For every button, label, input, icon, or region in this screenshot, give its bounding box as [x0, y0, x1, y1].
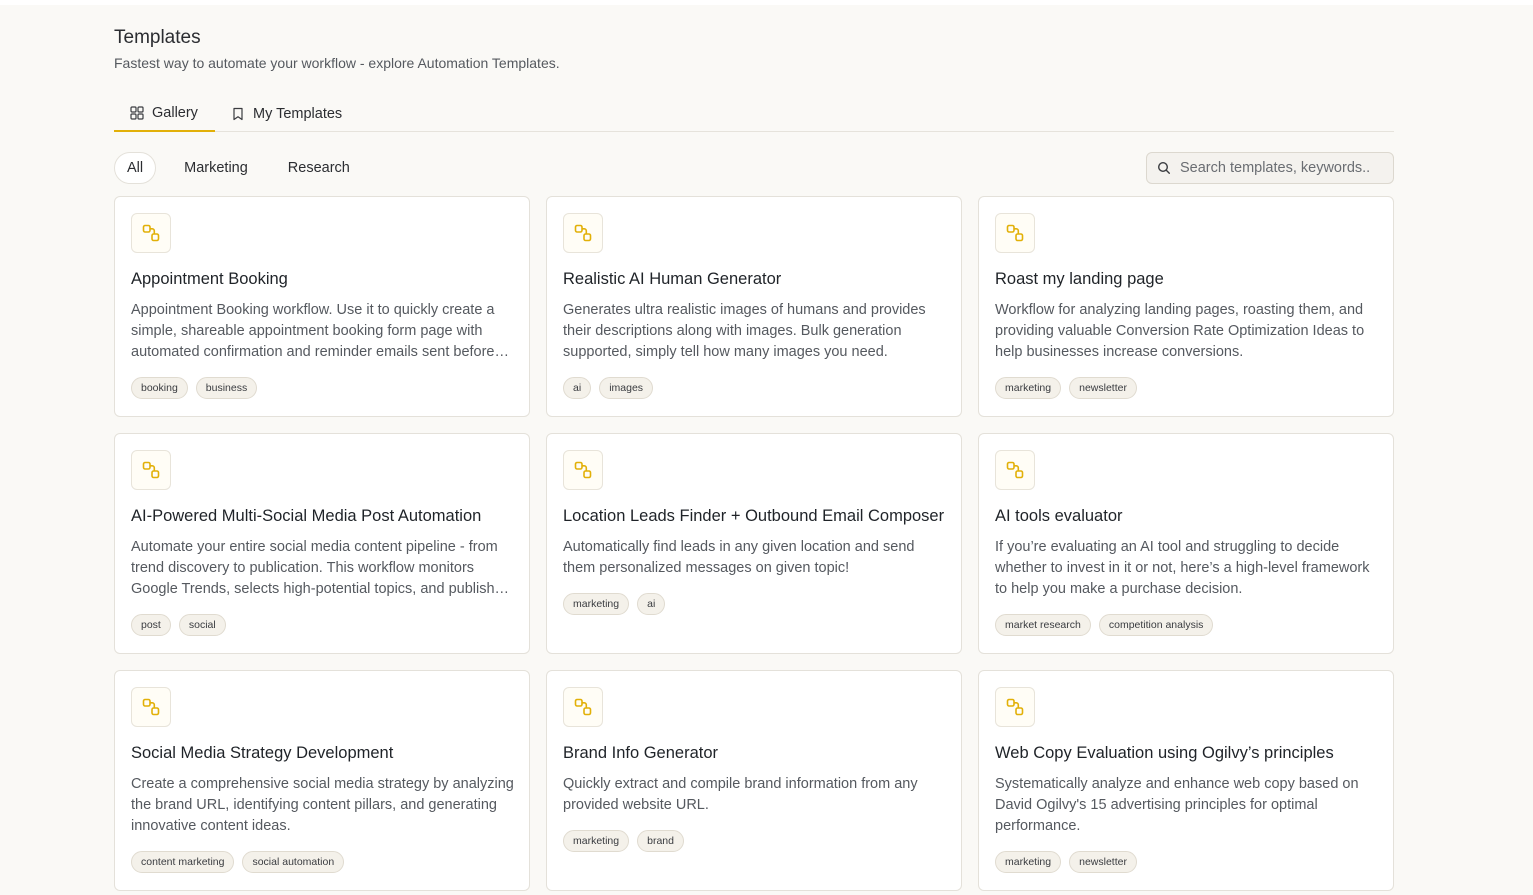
- card-description: Automatically find leads in any given lo…: [563, 539, 915, 576]
- workflow-icon: [995, 687, 1035, 727]
- template-card[interactable]: AI-Powered Multi-Social Media Post Autom…: [114, 433, 530, 654]
- category-filters: All Marketing Research: [114, 152, 362, 184]
- card-title: AI tools evaluator: [995, 507, 1123, 525]
- tag[interactable]: newsletter: [1069, 851, 1137, 873]
- template-card[interactable]: AI tools evaluator If you’re evaluating …: [978, 433, 1394, 654]
- tag[interactable]: ai: [563, 377, 592, 399]
- workflow-icon: [131, 213, 171, 253]
- template-card[interactable]: Web Copy Evaluation using Ogilvy’s princ…: [978, 670, 1394, 891]
- workflow-icon: [563, 213, 603, 253]
- card-description: Quickly extract and compile brand inform…: [563, 776, 918, 813]
- tab-gallery-label: Gallery: [152, 104, 198, 121]
- template-card[interactable]: Brand Info Generator Quickly extract and…: [546, 670, 962, 891]
- card-title: Location Leads Finder + Outbound Email C…: [563, 507, 945, 525]
- tag[interactable]: newsletter: [1069, 377, 1137, 399]
- card-description: Workflow for analyzing landing pages, ro…: [995, 302, 1365, 360]
- tag[interactable]: social automation: [242, 851, 345, 873]
- tab-gallery[interactable]: Gallery: [114, 95, 215, 132]
- card-title: Social Media Strategy Development: [131, 744, 394, 762]
- card-description: Appointment Booking workflow. Use it to …: [131, 302, 495, 360]
- tag[interactable]: content marketing: [131, 851, 235, 873]
- card-description: If you’re evaluating an AI tool and stru…: [995, 539, 1370, 597]
- tag[interactable]: social: [178, 614, 226, 636]
- tag[interactable]: ai: [637, 593, 666, 615]
- search-box[interactable]: [1146, 152, 1394, 184]
- search-icon: [1157, 161, 1170, 174]
- tag[interactable]: marketing: [995, 377, 1062, 399]
- card-tags: marketing ai: [563, 593, 666, 615]
- tag[interactable]: marketing: [563, 830, 630, 852]
- template-card[interactable]: Roast my landing page Workflow for analy…: [978, 196, 1394, 417]
- page-subtitle: Fastest way to automate your workflow - …: [114, 55, 560, 71]
- card-tags: post social: [131, 614, 226, 636]
- tag[interactable]: market research: [995, 614, 1091, 636]
- card-tags: content marketing social automation: [131, 851, 345, 873]
- page-title: Templates: [114, 27, 201, 48]
- filter-all[interactable]: All: [114, 152, 157, 184]
- card-tags: marketing newsletter: [995, 851, 1137, 873]
- card-title: Web Copy Evaluation using Ogilvy’s princ…: [995, 744, 1334, 762]
- card-tags: ai images: [563, 377, 654, 399]
- card-description: Automate your entire social media conten…: [131, 539, 510, 597]
- card-title: Brand Info Generator: [563, 744, 719, 762]
- card-description: Systematically analyze and enhance web c…: [995, 776, 1359, 834]
- tag[interactable]: marketing: [563, 593, 630, 615]
- filter-research[interactable]: Research: [276, 152, 362, 184]
- card-title: Roast my landing page: [995, 270, 1164, 288]
- workflow-icon: [131, 450, 171, 490]
- card-description: Generates ultra realistic images of huma…: [563, 302, 926, 360]
- workflow-icon: [995, 450, 1035, 490]
- template-card[interactable]: Location Leads Finder + Outbound Email C…: [546, 433, 962, 654]
- tag[interactable]: post: [131, 614, 171, 636]
- template-card[interactable]: Realistic AI Human Generator Generates u…: [546, 196, 962, 417]
- workflow-icon: [563, 687, 603, 727]
- card-title: AI-Powered Multi-Social Media Post Autom…: [131, 507, 482, 525]
- tag[interactable]: competition analysis: [1098, 614, 1214, 636]
- bookmark-icon: [233, 107, 243, 120]
- filter-marketing[interactable]: Marketing: [172, 152, 260, 184]
- card-tags: market research competition analysis: [995, 614, 1214, 636]
- card-title: Appointment Booking: [131, 270, 288, 288]
- workflow-icon: [563, 450, 603, 490]
- tag[interactable]: brand: [637, 830, 684, 852]
- card-tags: marketing brand: [563, 830, 684, 852]
- card-tags: booking business: [131, 377, 258, 399]
- workflow-icon: [131, 687, 171, 727]
- tag[interactable]: images: [599, 377, 654, 399]
- workflow-icon: [995, 213, 1035, 253]
- tag[interactable]: marketing: [995, 851, 1062, 873]
- tag[interactable]: business: [195, 377, 258, 399]
- tab-my-templates-label: My Templates: [253, 105, 343, 122]
- tab-my-templates[interactable]: My Templates: [231, 95, 342, 132]
- search-input[interactable]: [1180, 160, 1385, 176]
- template-card[interactable]: Social Media Strategy Development Create…: [114, 670, 530, 891]
- tag[interactable]: booking: [131, 377, 188, 399]
- tab-bar: Gallery My Templates: [114, 95, 1394, 132]
- card-description: Create a comprehensive social media stra…: [131, 776, 514, 834]
- template-card[interactable]: Appointment Booking Appointment Booking …: [114, 196, 530, 417]
- grid-icon: [130, 105, 144, 120]
- templates-page: Templates Fastest way to automate your w…: [0, 5, 1533, 895]
- card-tags: marketing newsletter: [995, 377, 1137, 399]
- card-title: Realistic AI Human Generator: [563, 270, 782, 288]
